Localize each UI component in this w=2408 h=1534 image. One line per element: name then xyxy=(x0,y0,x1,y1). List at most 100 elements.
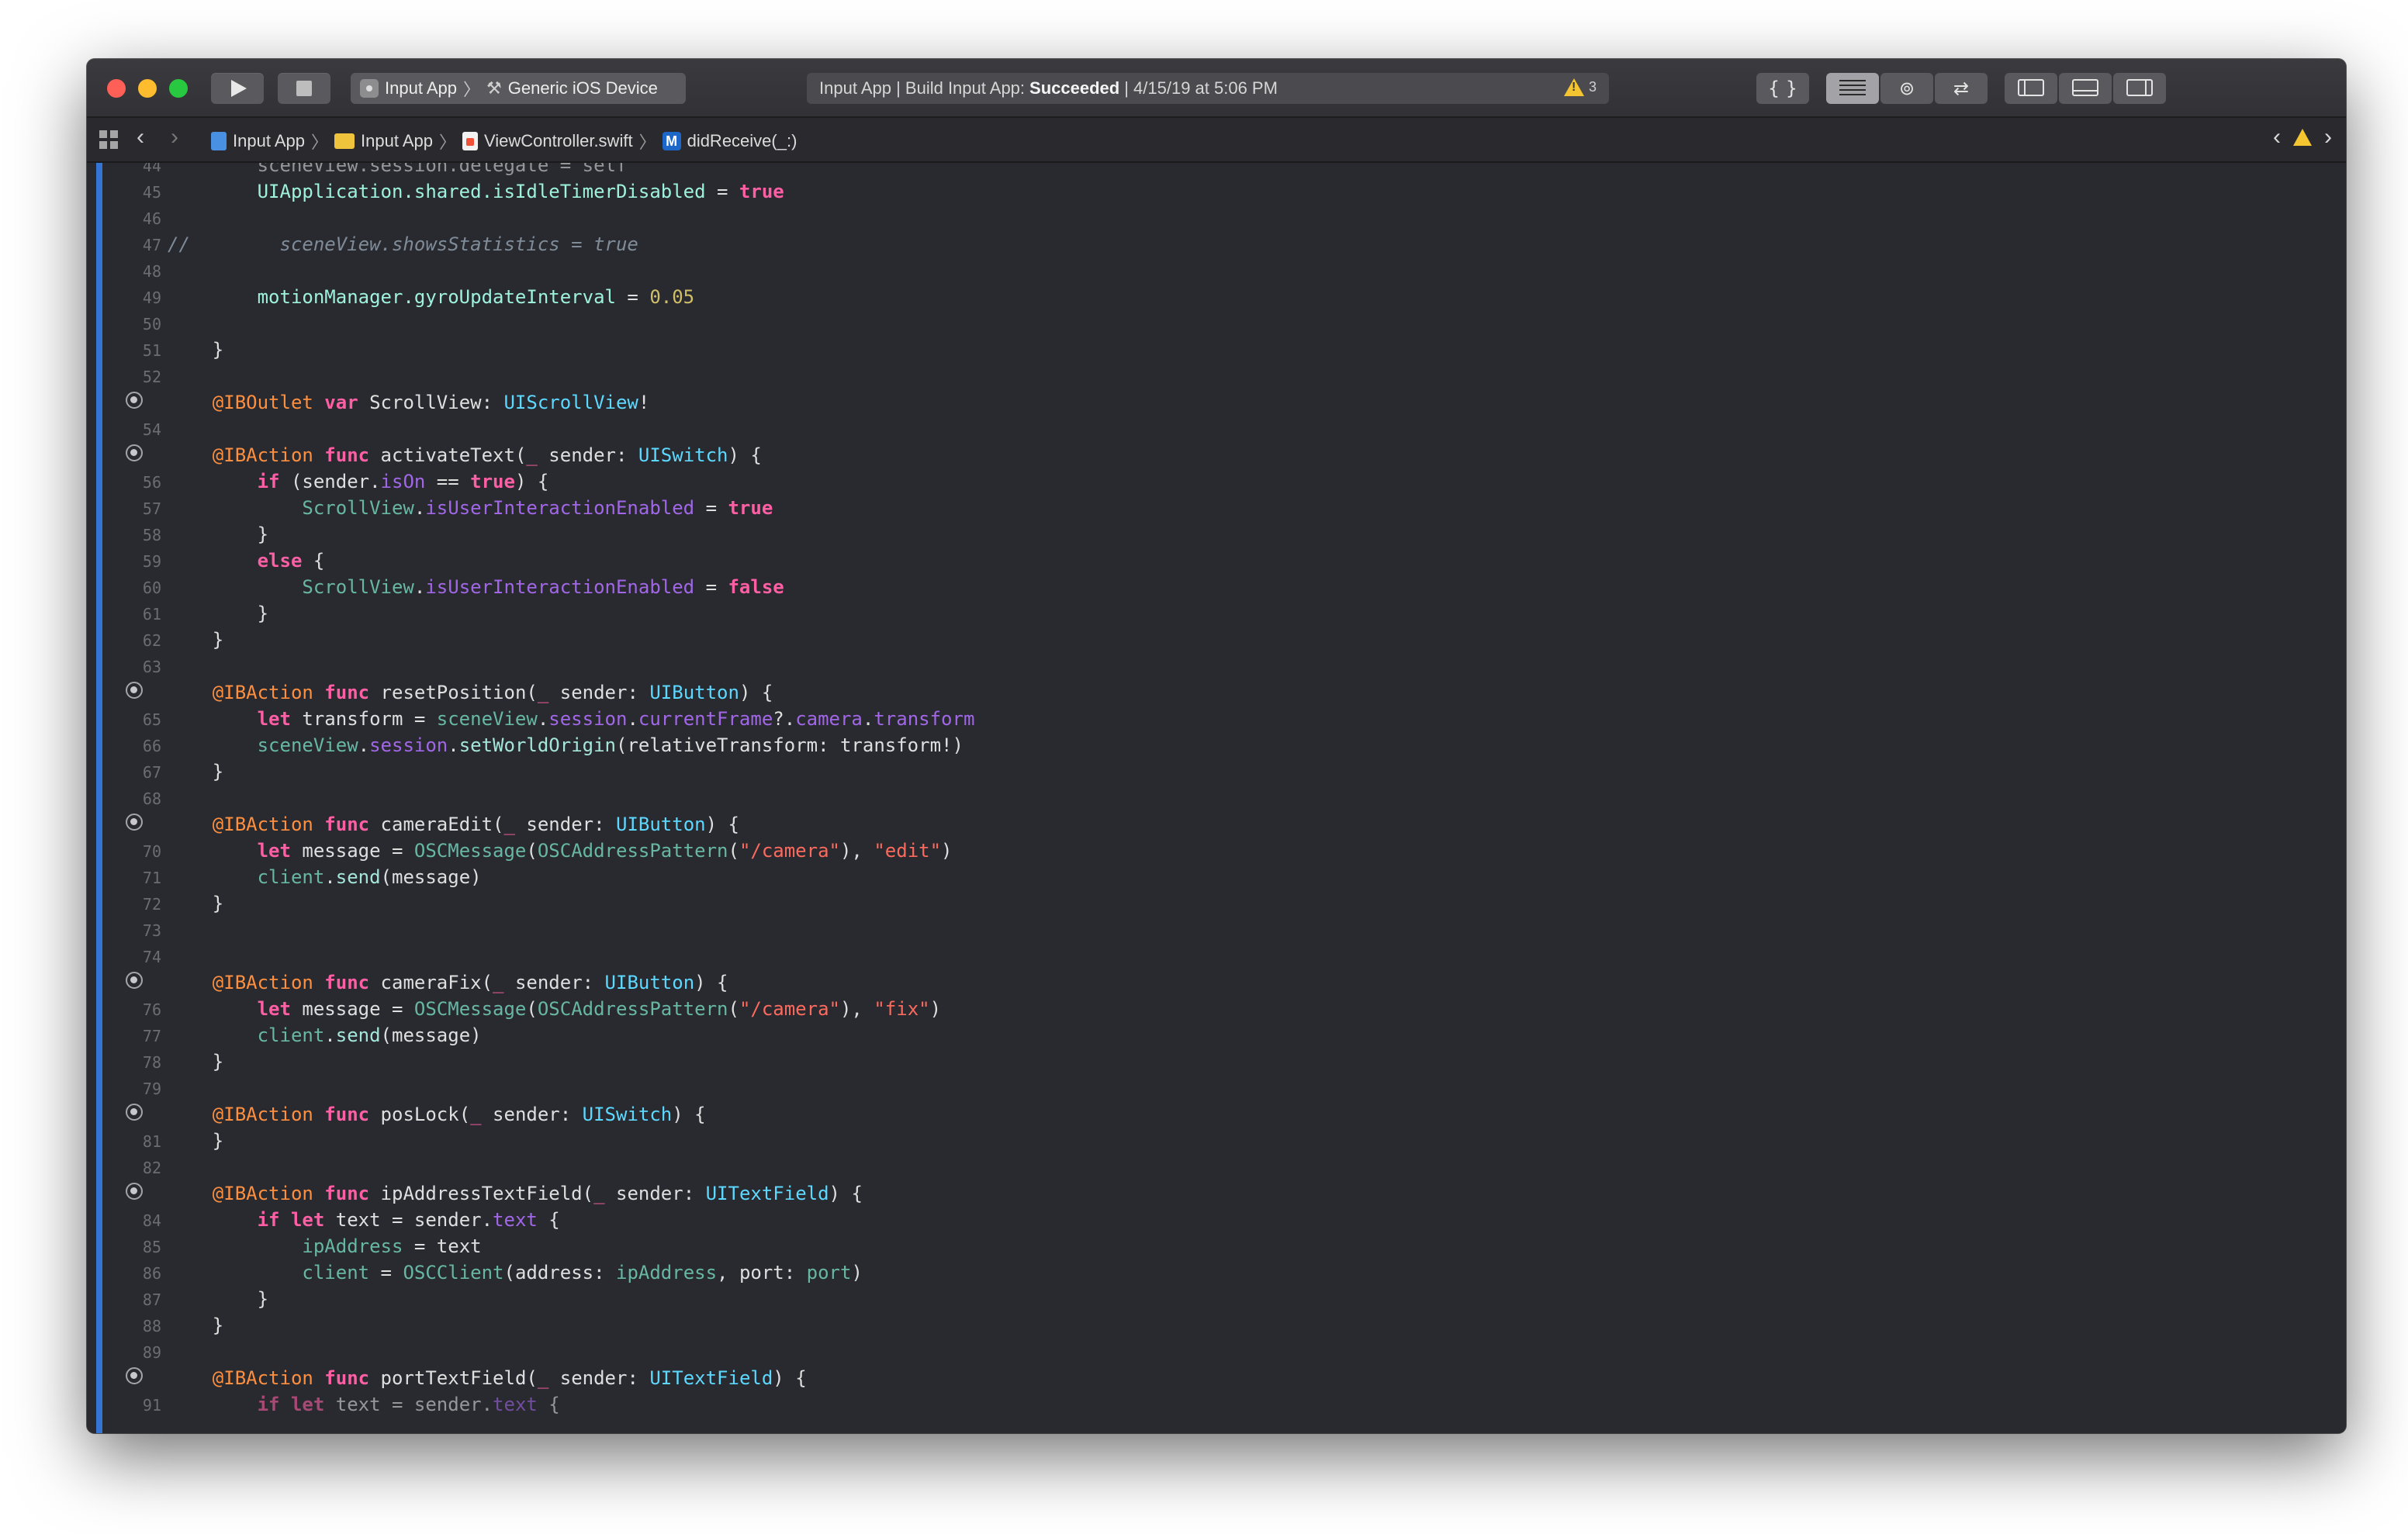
code-line[interactable]: @IBAction func activateText(_ sender: UI… xyxy=(87,442,2346,468)
code-text[interactable]: client = OSCClient(address: ipAddress, p… xyxy=(168,1259,863,1286)
close-window-button[interactable] xyxy=(107,79,126,98)
code-line[interactable]: 82 xyxy=(87,1154,2346,1180)
breadcrumb-folder[interactable]: Input App xyxy=(361,131,433,151)
code-line[interactable]: 63 xyxy=(87,653,2346,679)
code-line[interactable]: 76 let message = OSCMessage(OSCAddressPa… xyxy=(87,996,2346,1022)
previous-issue-chevron-icon[interactable]: ‹ xyxy=(2273,124,2281,150)
code-text[interactable]: @IBAction func resetPosition(_ sender: U… xyxy=(168,679,773,706)
code-line[interactable]: 72 } xyxy=(87,890,2346,917)
code-text[interactable]: ipAddress = text xyxy=(168,1233,481,1259)
code-line[interactable]: 84 if let text = sender.text { xyxy=(87,1207,2346,1233)
activity-viewer[interactable]: Input App | Build Input App: Succeeded |… xyxy=(807,73,1609,104)
code-text[interactable]: let message = OSCMessage(OSCAddressPatte… xyxy=(168,838,953,864)
code-line[interactable]: 68 xyxy=(87,785,2346,811)
scheme-selector[interactable]: Input App 〉 ⚒ Generic iOS Device xyxy=(351,73,686,104)
library-button[interactable]: { } xyxy=(1756,73,1809,104)
back-chevron-icon[interactable]: ‹ xyxy=(137,124,144,150)
code-text[interactable]: // sceneView.showsStatistics = true xyxy=(168,231,638,257)
code-text[interactable]: } xyxy=(168,521,268,548)
code-text[interactable]: } xyxy=(168,1049,223,1075)
code-line[interactable]: 46 xyxy=(87,205,2346,231)
run-button[interactable] xyxy=(211,73,264,104)
code-text[interactable]: } xyxy=(168,890,223,917)
code-text[interactable]: if let text = sender.text { xyxy=(168,1207,560,1233)
code-line[interactable]: 66 sceneView.session.setWorldOrigin(rela… xyxy=(87,732,2346,758)
issue-warning-icon[interactable] xyxy=(2293,129,2312,146)
code-line[interactable]: 87 } xyxy=(87,1286,2346,1312)
toggle-inspector-button[interactable] xyxy=(2113,73,2166,104)
next-issue-chevron-icon[interactable]: › xyxy=(2324,124,2332,150)
code-line[interactable]: 89 xyxy=(87,1339,2346,1365)
code-line[interactable]: 57 ScrollView.isUserInteractionEnabled =… xyxy=(87,495,2346,521)
version-editor-button[interactable]: ⇄ xyxy=(1935,73,1988,104)
code-line[interactable]: 81 } xyxy=(87,1128,2346,1154)
minimize-window-button[interactable] xyxy=(138,79,157,98)
assistant-editor-button[interactable]: ⊚ xyxy=(1880,73,1933,104)
code-line[interactable]: 71 client.send(message) xyxy=(87,864,2346,890)
code-text[interactable]: client.send(message) xyxy=(168,1022,482,1049)
code-text[interactable]: @IBAction func portTextField(_ sender: U… xyxy=(168,1365,807,1391)
code-line[interactable]: 52 xyxy=(87,363,2346,389)
code-text[interactable]: } xyxy=(168,627,223,653)
code-line[interactable]: @IBAction func cameraFix(_ sender: UIBut… xyxy=(87,969,2346,996)
standard-editor-button[interactable] xyxy=(1826,73,1879,104)
ib-connection-circle-icon[interactable] xyxy=(126,682,143,699)
code-line[interactable]: 86 client = OSCClient(address: ipAddress… xyxy=(87,1259,2346,1286)
code-line[interactable]: 70 let message = OSCMessage(OSCAddressPa… xyxy=(87,838,2346,864)
code-text[interactable]: client.send(message) xyxy=(168,864,482,890)
code-line[interactable]: 74 xyxy=(87,943,2346,969)
code-text[interactable]: let message = OSCMessage(OSCAddressPatte… xyxy=(168,996,941,1022)
code-text[interactable]: } xyxy=(168,1128,223,1154)
code-line[interactable]: 50 xyxy=(87,310,2346,337)
code-line[interactable]: 44 sceneView.session.delegate = self xyxy=(87,163,2346,178)
code-text[interactable]: ScrollView.isUserInteractionEnabled = tr… xyxy=(168,495,773,521)
code-text[interactable]: @IBAction func cameraEdit(_ sender: UIBu… xyxy=(168,811,739,838)
code-text[interactable]: ScrollView.isUserInteractionEnabled = fa… xyxy=(168,574,784,600)
code-text[interactable]: UIApplication.shared.isIdleTimerDisabled… xyxy=(168,178,784,205)
source-editor[interactable]: 44 sceneView.session.delegate = self 45 U… xyxy=(87,163,2346,1433)
ib-connection-circle-icon[interactable] xyxy=(126,972,143,989)
code-text[interactable]: @IBAction func activateText(_ sender: UI… xyxy=(168,442,762,468)
code-text[interactable]: @IBOutlet var ScrollView: UIScrollView! xyxy=(168,389,650,416)
code-line[interactable]: 77 client.send(message) xyxy=(87,1022,2346,1049)
code-text[interactable]: if (sender.isOn == true) { xyxy=(168,468,549,495)
code-line[interactable]: 61 } xyxy=(87,600,2346,627)
code-line[interactable]: 73 xyxy=(87,917,2346,943)
toggle-debug-area-button[interactable] xyxy=(2059,73,2112,104)
ib-connection-circle-icon[interactable] xyxy=(126,814,143,831)
code-line[interactable]: 65 let transform = sceneView.session.cur… xyxy=(87,706,2346,732)
code-text[interactable]: } xyxy=(168,1286,268,1312)
code-line[interactable]: 59 else { xyxy=(87,548,2346,574)
related-items-grid-icon[interactable] xyxy=(99,130,118,149)
stop-button[interactable] xyxy=(278,73,330,104)
ib-connection-circle-icon[interactable] xyxy=(126,1367,143,1384)
code-line[interactable]: @IBAction func resetPosition(_ sender: U… xyxy=(87,679,2346,706)
code-text[interactable]: @IBAction func ipAddressTextField(_ send… xyxy=(168,1180,863,1207)
code-line[interactable]: 45 UIApplication.shared.isIdleTimerDisab… xyxy=(87,178,2346,205)
code-text[interactable]: } xyxy=(168,1312,223,1339)
code-line[interactable]: 62 } xyxy=(87,627,2346,653)
code-line[interactable]: @IBAction func portTextField(_ sender: U… xyxy=(87,1365,2346,1391)
code-text[interactable]: sceneView.session.delegate = self xyxy=(168,163,628,178)
breadcrumb-project[interactable]: Input App xyxy=(233,131,305,151)
code-line[interactable]: 56 if (sender.isOn == true) { xyxy=(87,468,2346,495)
forward-chevron-icon[interactable]: › xyxy=(171,124,178,150)
scheme-device[interactable]: Generic iOS Device xyxy=(508,78,658,98)
ib-connection-circle-icon[interactable] xyxy=(126,1183,143,1200)
code-text[interactable]: else { xyxy=(168,548,325,574)
ib-connection-circle-icon[interactable] xyxy=(126,392,143,409)
code-line[interactable]: 58 } xyxy=(87,521,2346,548)
code-text[interactable]: } xyxy=(168,337,223,363)
code-line[interactable]: 54 xyxy=(87,416,2346,442)
toggle-navigator-button[interactable] xyxy=(2005,73,2057,104)
code-line[interactable]: 91 if let text = sender.text { xyxy=(87,1391,2346,1418)
code-line[interactable]: @IBAction func cameraEdit(_ sender: UIBu… xyxy=(87,811,2346,838)
warning-indicator[interactable]: 3 xyxy=(1563,78,1597,96)
code-line[interactable]: 47 // sceneView.showsStatistics = true xyxy=(87,231,2346,257)
code-line[interactable]: 78 } xyxy=(87,1049,2346,1075)
code-line[interactable]: @IBOutlet var ScrollView: UIScrollView! xyxy=(87,389,2346,416)
zoom-window-button[interactable] xyxy=(169,79,188,98)
code-text[interactable]: @IBAction func cameraFix(_ sender: UIBut… xyxy=(168,969,728,996)
code-text[interactable]: } xyxy=(168,600,268,627)
code-line[interactable]: 51 } xyxy=(87,337,2346,363)
